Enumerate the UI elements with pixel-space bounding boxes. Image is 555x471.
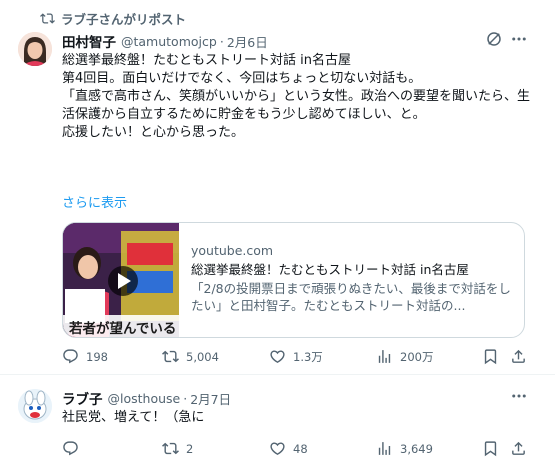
reply-button[interactable] bbox=[62, 440, 86, 457]
post-line: 第4回目。面白いだけでなく、今回はちょっと切ない対話も。 bbox=[62, 71, 422, 86]
card-description: 「2/8の投開票日まで頑張りぬきたい、最後まで対話をしたい」と田村智子。たむとも… bbox=[191, 281, 511, 313]
reply-icon bbox=[63, 349, 78, 364]
like-count: 48 bbox=[293, 441, 308, 456]
like-count: 1.3万 bbox=[293, 349, 323, 364]
views-count: 200万 bbox=[400, 349, 434, 364]
repost-icon bbox=[162, 350, 179, 363]
post-line: 応援したい！と心から思った。 bbox=[62, 125, 245, 140]
thumbnail-caption: 若者が望んでいる bbox=[69, 321, 177, 337]
like-button[interactable]: 48 bbox=[269, 440, 308, 457]
post-actions: 198 5,004 1.3万 200万 bbox=[62, 348, 532, 368]
heart-icon bbox=[270, 350, 285, 363]
views-button[interactable]: 200万 bbox=[376, 348, 433, 365]
like-button[interactable]: 1.3万 bbox=[269, 348, 323, 365]
bookmark-icon[interactable] bbox=[482, 440, 499, 457]
repost-button[interactable]: 2 bbox=[162, 440, 193, 457]
repost-count: 2 bbox=[186, 441, 194, 456]
card-text: youtube.com 総選挙最終盤！たむともストリート対話 in名古屋 「2/… bbox=[179, 223, 524, 337]
post-date[interactable]: 2月6日 bbox=[227, 32, 268, 51]
reply-count: 198 bbox=[86, 349, 108, 364]
analytics-icon bbox=[378, 442, 391, 455]
post-line: 総選挙最終盤！たむともストリート対話 in名古屋 bbox=[62, 53, 351, 68]
repost-count: 5,004 bbox=[186, 349, 219, 364]
share-icon[interactable] bbox=[510, 440, 527, 457]
divider bbox=[0, 374, 555, 375]
reply-button[interactable]: 198 bbox=[62, 348, 108, 365]
link-card[interactable]: 若者が望んでいる youtube.com 総選挙最終盤！たむともストリート対話 … bbox=[62, 222, 525, 338]
bookmark-icon[interactable] bbox=[482, 348, 499, 365]
separator-dot: · bbox=[183, 390, 188, 406]
repost-icon bbox=[162, 442, 179, 455]
card-title: 総選挙最終盤！たむともストリート対話 in名古屋 bbox=[191, 262, 469, 277]
post-header: ラブ子 @losthouse · 2月7日 bbox=[62, 388, 231, 409]
analytics-icon bbox=[378, 350, 391, 363]
reply-icon bbox=[63, 441, 78, 456]
post-date[interactable]: 2月7日 bbox=[190, 389, 231, 408]
post-actions: 2 48 3,649 bbox=[62, 440, 532, 460]
repost-label: ラブ子さんがリポスト bbox=[61, 12, 187, 27]
more-icon[interactable] bbox=[510, 387, 528, 405]
author-handle[interactable]: @losthouse bbox=[108, 391, 181, 406]
share-icon[interactable] bbox=[510, 348, 527, 365]
avatar[interactable] bbox=[18, 32, 52, 66]
repost-icon bbox=[40, 13, 55, 24]
more-icon[interactable] bbox=[510, 30, 528, 48]
post-tamura[interactable]: ラブ子さんがリポスト 田村智子 @tamutomojcp · 2月6日 総選挙最… bbox=[0, 0, 555, 374]
views-button[interactable]: 3,649 bbox=[376, 440, 433, 457]
show-more-link[interactable]: さらに表示 bbox=[62, 192, 127, 211]
card-domain: youtube.com bbox=[191, 243, 274, 258]
author-handle[interactable]: @tamutomojcp bbox=[121, 34, 217, 49]
timeline-feed: ラブ子さんがリポスト 田村智子 @tamutomojcp · 2月6日 総選挙最… bbox=[0, 0, 555, 471]
post-line: 「直感で高市さん、笑顔がいいから」という女性。政治への要望を聞いたら、生活保護か… bbox=[62, 89, 531, 122]
post-text: 総選挙最終盤！たむともストリート対話 in名古屋 第4回目。面白いだけでなく、今… bbox=[62, 52, 532, 142]
repost-indicator[interactable]: ラブ子さんがリポスト bbox=[40, 9, 186, 28]
heart-icon bbox=[270, 442, 285, 455]
separator-dot: · bbox=[219, 33, 224, 49]
views-count: 3,649 bbox=[400, 441, 433, 456]
grok-icon[interactable] bbox=[485, 30, 503, 48]
video-thumbnail[interactable]: 若者が望んでいる bbox=[63, 223, 179, 337]
author-name[interactable]: 田村智子 bbox=[62, 31, 116, 51]
avatar[interactable] bbox=[18, 389, 52, 423]
author-name[interactable]: ラブ子 bbox=[62, 388, 103, 408]
repost-button[interactable]: 5,004 bbox=[162, 348, 219, 365]
post-header: 田村智子 @tamutomojcp · 2月6日 bbox=[62, 31, 268, 52]
post-text: 社民党、増えて！（急に bbox=[62, 410, 205, 425]
